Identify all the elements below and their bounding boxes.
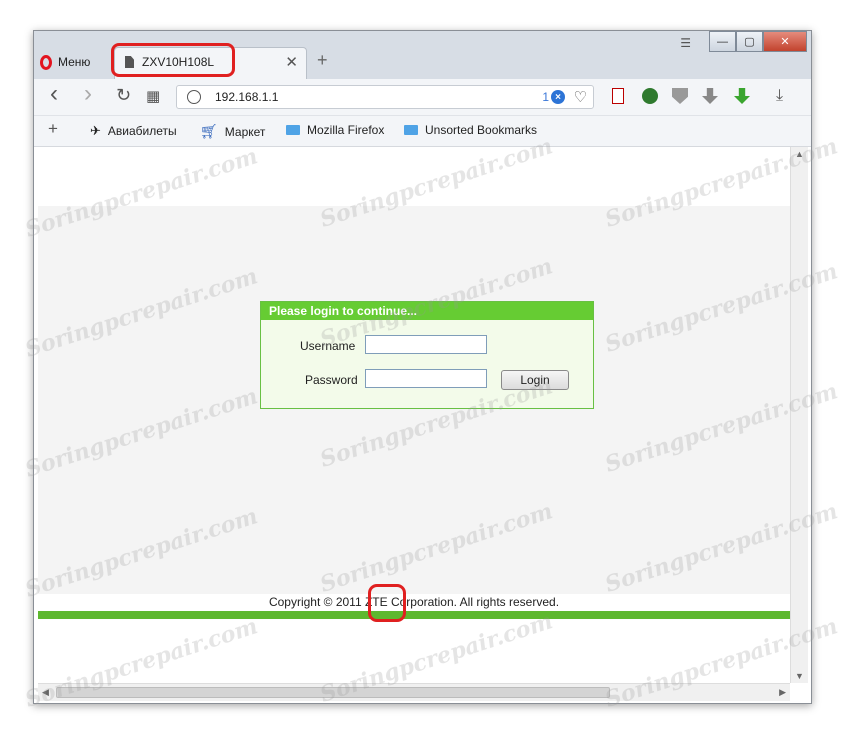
back-button[interactable]: ‹ [50, 80, 58, 108]
password-input[interactable] [365, 369, 487, 388]
scrollbar-thumb[interactable] [56, 687, 610, 698]
extension-savefrom-icon[interactable] [734, 88, 750, 104]
scroll-down-icon[interactable]: ▼ [795, 671, 804, 681]
horizontal-scrollbar[interactable]: ◀ ▶ [38, 683, 790, 701]
login-header: Please login to continue... [261, 302, 593, 320]
globe-icon [187, 90, 201, 104]
bookmark-item-avia[interactable]: ✈ Авиабилеты [90, 123, 177, 139]
tab-strip: Меню ZXV10H108L ✕ + ☰ — ▢ ✕ [34, 31, 811, 79]
close-window-button[interactable]: ✕ [763, 31, 807, 52]
speed-dial-button[interactable]: ▦ [146, 87, 160, 105]
browser-window: Меню ZXV10H108L ✕ + ☰ — ▢ ✕ ‹ › ↻ ▦ 192.… [33, 30, 812, 704]
bookmark-label: Unsorted Bookmarks [425, 123, 538, 137]
username-label: Username [300, 339, 356, 353]
bookmark-label: Mozilla Firefox [307, 123, 385, 137]
add-bookmark-button[interactable]: + [48, 119, 58, 139]
extension-download-icon[interactable] [702, 88, 718, 104]
shield-icon[interactable] [672, 88, 688, 104]
navigation-bar: ‹ › ↻ ▦ 192.168.1.1 1 × ♡ ⤓ [34, 79, 811, 116]
zte-highlight-annotation [368, 584, 406, 622]
tab-close-icon[interactable]: ✕ [285, 53, 298, 71]
opera-logo-icon [40, 54, 52, 70]
extension-clipboard-icon[interactable] [612, 88, 624, 104]
footer-bar [38, 611, 790, 619]
login-button[interactable]: Login [501, 370, 569, 390]
minimize-button[interactable]: — [709, 31, 736, 52]
bookmark-label: Маркет [224, 124, 266, 139]
bookmark-heart-icon[interactable]: ♡ [574, 88, 587, 106]
forward-button[interactable]: › [84, 80, 92, 108]
new-tab-button[interactable]: + [317, 50, 328, 71]
downloads-button[interactable]: ⤓ [776, 87, 783, 105]
menu-label: Меню [58, 55, 91, 69]
vertical-scrollbar[interactable]: ▲ ▼ [790, 147, 808, 683]
plane-icon: ✈ [90, 123, 101, 138]
username-input[interactable] [365, 335, 487, 354]
window-controls: — ▢ ✕ [709, 31, 807, 52]
password-label: Password [305, 373, 358, 387]
login-panel: Please login to continue... Username Pas… [260, 301, 594, 409]
bookmarks-bar: + ✈ Авиабилеты 🛒︎ Маркет Mozilla Firefox… [34, 116, 811, 147]
address-bar[interactable]: 192.168.1.1 1 × ♡ [176, 85, 594, 109]
url-text[interactable]: 192.168.1.1 [215, 90, 278, 104]
bookmark-item-unsorted[interactable]: Unsorted Bookmarks [404, 123, 537, 137]
folder-icon [286, 125, 300, 135]
copyright-text: Copyright © 2011 ZTE Corporation. All ri… [268, 595, 560, 609]
bookmark-item-market[interactable]: 🛒︎ Маркет [200, 123, 265, 140]
folder-icon [404, 125, 418, 135]
maximize-button[interactable]: ▢ [736, 31, 763, 52]
scroll-up-icon[interactable]: ▲ [795, 149, 804, 159]
scroll-left-icon[interactable]: ◀ [42, 687, 49, 698]
reload-button[interactable]: ↻ [116, 85, 131, 106]
tab-menu-icon[interactable]: ☰ [680, 36, 691, 50]
page-viewport: Please login to continue... Username Pas… [38, 147, 790, 683]
cart-icon: 🛒︎ [200, 123, 218, 139]
extension-globe-icon[interactable] [642, 88, 658, 104]
adblock-count: 1 [542, 90, 549, 104]
bookmark-label: Авиабилеты [107, 124, 177, 138]
scroll-right-icon[interactable]: ▶ [779, 687, 786, 698]
opera-menu-button[interactable]: Меню [40, 49, 90, 75]
adblock-icon[interactable]: × [551, 90, 565, 104]
tab-highlight-annotation [111, 43, 235, 77]
bookmark-item-firefox[interactable]: Mozilla Firefox [286, 123, 384, 137]
